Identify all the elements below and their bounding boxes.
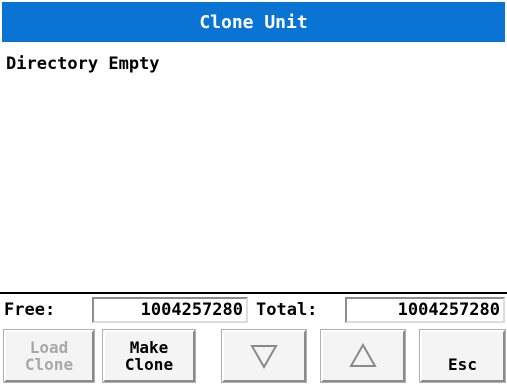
- window-title: Clone Unit: [2, 2, 505, 42]
- total-value-field: 1004257280: [345, 297, 505, 323]
- divider: [0, 292, 507, 294]
- triangle-up-icon: [349, 343, 377, 367]
- scroll-down-button[interactable]: [221, 329, 307, 383]
- total-value: 1004257280: [397, 300, 500, 320]
- esc-label: Esc: [448, 354, 477, 374]
- total-label: Total:: [256, 300, 318, 320]
- free-label: Free:: [4, 300, 56, 320]
- title-text: Clone Unit: [199, 11, 308, 33]
- load-clone-label: Load Clone: [24, 338, 74, 374]
- clone-directory-list[interactable]: Directory Empty: [0, 42, 507, 292]
- make-clone-label: Make Clone: [124, 338, 174, 374]
- scroll-up-button[interactable]: [320, 329, 406, 383]
- directory-empty-text: Directory Empty: [6, 54, 160, 74]
- free-value-field: 1004257280: [92, 297, 248, 323]
- make-clone-button[interactable]: Make Clone: [102, 329, 196, 383]
- triangle-down-icon: [250, 345, 278, 369]
- free-value: 1004257280: [140, 300, 243, 320]
- load-clone-button[interactable]: Load Clone: [3, 329, 95, 383]
- esc-button[interactable]: Esc: [419, 329, 506, 383]
